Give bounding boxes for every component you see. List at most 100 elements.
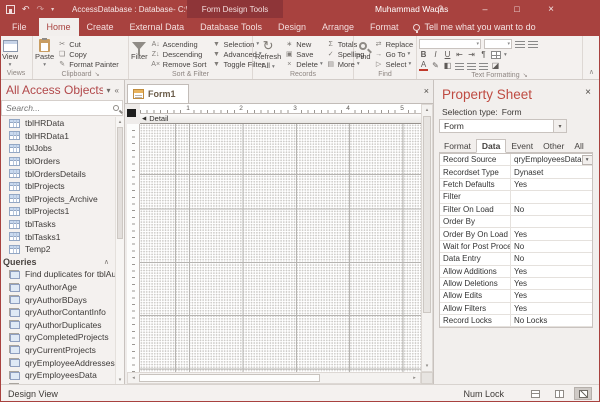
nav-item-table[interactable]: tblHRData1 <box>0 130 115 143</box>
detail-section-bar[interactable]: ◀ Detail <box>140 114 421 124</box>
property-tab[interactable]: Data <box>475 139 507 153</box>
nav-item-table[interactable]: Temp2 <box>0 243 115 256</box>
nav-item-table[interactable]: tblHRData <box>0 117 115 130</box>
align-right-icon[interactable] <box>479 62 488 70</box>
clipboard-small-button[interactable]: ✂ Cut <box>57 39 121 49</box>
italic-button[interactable]: I <box>431 51 440 59</box>
tell-me-box[interactable]: Tell me what you want to do <box>412 18 536 36</box>
property-row[interactable]: Filter On Load No ▾ … <box>440 203 592 216</box>
property-row[interactable]: Filter ▾ … <box>440 191 592 204</box>
sort-filter-button[interactable]: A↓ Ascending <box>151 39 209 49</box>
vertical-scroll-thumb[interactable] <box>423 116 431 313</box>
nav-item-query[interactable]: qryAuthorBDays <box>0 293 115 306</box>
property-row[interactable]: Data Entry No ▾ … <box>440 253 592 266</box>
view-button[interactable]: View ▾ <box>2 37 18 68</box>
fill-color-icon[interactable]: ◧ <box>443 62 452 70</box>
close-object-icon[interactable]: × <box>424 86 429 96</box>
property-row[interactable]: Record Locks No Locks ▾ … <box>440 315 592 328</box>
ribbon-tab[interactable]: External Data <box>122 18 193 36</box>
nav-item-query[interactable]: qryEmployeeAddresses <box>0 356 115 369</box>
search-input[interactable] <box>2 103 113 113</box>
property-row[interactable]: Order By On Load Yes ▾ … <box>440 228 592 241</box>
ribbon-tab[interactable]: Home <box>38 18 79 36</box>
close-button[interactable]: × <box>538 0 564 18</box>
alternate-row-color-icon[interactable]: ◪ <box>491 62 500 70</box>
bold-button[interactable]: B <box>419 51 428 59</box>
nav-item-query[interactable]: qryAuthorAge <box>0 281 115 294</box>
nav-item-table[interactable]: tblProjects_Archive <box>0 193 115 206</box>
combo-arrow-icon[interactable]: ▾ <box>553 120 566 132</box>
property-tab[interactable]: Other <box>538 140 569 152</box>
decrease-indent-icon[interactable]: ⇤ <box>455 51 464 59</box>
nav-group-queries[interactable]: Queries ∧ <box>0 256 115 269</box>
scroll-down-icon[interactable]: ▾ <box>422 361 432 371</box>
numbering-icon[interactable] <box>528 40 538 48</box>
filter-button[interactable]: Filter <box>131 37 148 62</box>
underline-button[interactable]: U <box>443 51 452 59</box>
search-icon[interactable] <box>113 105 119 111</box>
ribbon-tab[interactable]: Arrange <box>314 18 362 36</box>
highlight-color-icon[interactable]: ✎ <box>431 62 440 70</box>
sort-filter-button[interactable]: Z↓ Descending <box>151 49 209 59</box>
find-button[interactable]: Find <box>356 37 371 62</box>
align-left-icon[interactable] <box>455 62 464 70</box>
bullets-icon[interactable] <box>515 40 525 48</box>
horizontal-scrollbar[interactable]: ◂ ▸ <box>127 372 421 384</box>
scroll-down-icon[interactable]: ▾ <box>116 375 124 384</box>
property-tab[interactable]: Format <box>439 140 476 152</box>
help-button[interactable]: ? <box>438 0 443 18</box>
undo-icon[interactable]: ↶ <box>22 4 30 14</box>
property-row[interactable]: Allow Deletions Yes ▾ … <box>440 277 592 291</box>
scroll-up-icon[interactable]: ▴ <box>116 117 124 126</box>
nav-item-query[interactable]: qryAuthorContantInfo <box>0 306 115 319</box>
nav-item-query[interactable]: Find duplicates for tblAuthors <box>0 268 115 281</box>
minimize-button[interactable]: – <box>472 0 498 18</box>
find-small-button[interactable]: → Go To ▾ <box>374 49 416 59</box>
records-button[interactable]: × Delete ▾ <box>284 59 323 69</box>
increase-indent-icon[interactable]: ⇥ <box>467 51 476 59</box>
nav-item-table[interactable]: tblProjects1 <box>0 205 115 218</box>
nav-item-query[interactable]: qryAuthorDuplicates <box>0 319 115 332</box>
redo-icon[interactable]: ↷ <box>37 4 45 14</box>
property-row[interactable]: Record Source qryEmployeesData ▾ … <box>440 154 592 167</box>
clipboard-small-button[interactable]: ❏ Copy <box>57 49 121 59</box>
tab-form1[interactable]: Form1 <box>127 84 189 103</box>
property-row[interactable]: Allow Filters Yes ▾ … <box>440 302 592 316</box>
scroll-left-icon[interactable]: ◂ <box>128 373 139 383</box>
nav-scrollbar[interactable]: ▴ ▾ <box>115 117 124 384</box>
combo-arrow-icon[interactable]: ▾ <box>581 154 592 165</box>
property-tab[interactable]: Event <box>506 140 538 152</box>
nav-item-table[interactable]: tblTasks1 <box>0 230 115 243</box>
ribbon-tab[interactable]: Create <box>79 18 122 36</box>
customize-qat-icon[interactable]: ▾ <box>51 6 54 13</box>
property-sheet-close-icon[interactable]: × <box>585 87 591 98</box>
maximize-button[interactable]: □ <box>504 0 530 18</box>
property-row[interactable]: Recordset Type Dynaset ▾ … <box>440 166 592 179</box>
nav-shutter-icon[interactable]: « <box>115 86 119 95</box>
align-center-icon[interactable] <box>467 62 476 70</box>
clipboard-small-button[interactable]: ✎ Format Painter <box>57 59 121 69</box>
text-direction-icon[interactable]: ¶ <box>479 51 488 59</box>
find-small-button[interactable]: ▷ Select ▾ <box>374 59 416 69</box>
sort-filter-button[interactable]: A× Remove Sort <box>151 59 209 69</box>
scroll-up-icon[interactable]: ▴ <box>422 105 432 115</box>
ribbon-tab[interactable]: Format <box>362 18 407 36</box>
gridlines-icon[interactable] <box>491 51 501 59</box>
property-row[interactable]: Allow Edits Yes ▾ … <box>440 290 592 303</box>
ribbon-tab[interactable]: File <box>0 18 39 36</box>
nav-item-table[interactable]: tblTasks <box>0 218 115 231</box>
paste-button[interactable]: Paste ▾ <box>35 37 54 68</box>
records-button[interactable]: ▣ Save <box>284 49 322 59</box>
layout-view-button[interactable] <box>550 387 568 400</box>
nav-menu-icon[interactable]: ▾ <box>107 86 111 95</box>
nav-item-table[interactable]: tblProjects <box>0 180 115 193</box>
vertical-scrollbar[interactable]: ▴ ▾ <box>421 104 433 372</box>
form-view-button[interactable] <box>526 387 544 400</box>
form-design-grid[interactable] <box>140 124 421 372</box>
horizontal-scroll-thumb[interactable] <box>139 374 321 382</box>
group-collapse-icon[interactable]: ∧ <box>104 258 109 266</box>
property-row[interactable]: Fetch Defaults Yes ▾ … <box>440 178 592 192</box>
records-button[interactable]: ∗ New <box>284 39 322 49</box>
find-small-button[interactable]: ⇄ Replace <box>374 39 416 49</box>
nav-pane-title[interactable]: All Access Objects <box>6 83 103 97</box>
